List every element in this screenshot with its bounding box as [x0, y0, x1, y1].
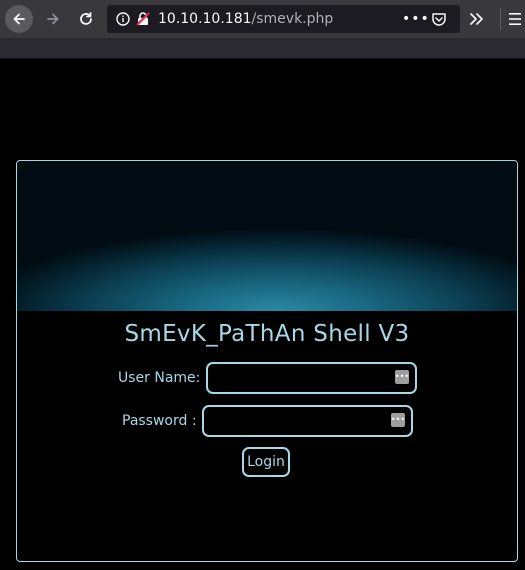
username-label: User Name: — [118, 370, 201, 386]
login-panel: SmEvK_PaThAn Shell V3 User Name: ••• Pas… — [16, 160, 518, 562]
reload-icon — [80, 12, 92, 25]
browser-toolbar: 10.10.10.181/smevk.php ••• — [0, 0, 525, 38]
forward-button[interactable] — [42, 7, 64, 31]
password-key-icon[interactable]: ••• — [395, 370, 409, 384]
username-field[interactable]: ••• — [206, 362, 417, 394]
url-path: /smevk.php — [251, 11, 334, 27]
password-field[interactable]: ••• — [202, 405, 413, 437]
password-label: Password : — [122, 413, 197, 429]
page-title: SmEvK_PaThAn Shell V3 — [124, 321, 410, 347]
toolbar-separator — [500, 8, 501, 30]
reload-button[interactable] — [75, 7, 97, 31]
url-host: 10.10.10.181 — [158, 11, 252, 27]
toolbar-strip — [0, 38, 525, 59]
password-key-icon[interactable]: ••• — [391, 413, 405, 427]
page-actions-button[interactable]: ••• — [402, 10, 430, 28]
url-text: 10.10.10.181/smevk.php — [158, 10, 333, 28]
insecure-lock-icon[interactable] — [135, 11, 151, 27]
hamburger-menu-icon[interactable] — [508, 11, 522, 27]
back-button[interactable] — [5, 5, 33, 33]
pocket-icon[interactable] — [431, 11, 447, 27]
overflow-chevron-icon[interactable] — [467, 10, 485, 28]
forward-arrow-icon — [47, 13, 59, 25]
header-banner — [17, 161, 517, 311]
login-button[interactable]: Login — [242, 447, 290, 477]
info-icon[interactable] — [116, 12, 130, 26]
back-arrow-icon — [13, 13, 25, 25]
